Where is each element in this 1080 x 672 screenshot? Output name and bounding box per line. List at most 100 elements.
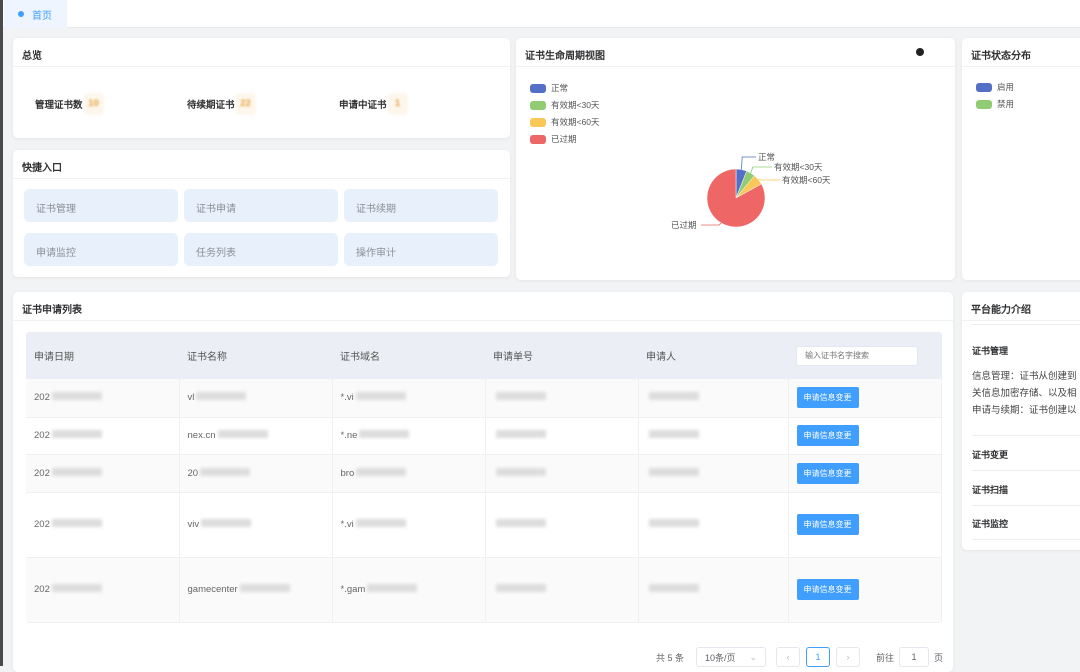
redacted-text [496,519,546,527]
stat-value: 22 [236,93,256,115]
cell-name: gamecenter [179,557,332,622]
prev-page-button[interactable]: ‹ [776,647,800,667]
redacted-text [200,468,250,476]
redacted-text [649,519,699,527]
cell-applicant [638,454,788,492]
quick-task-list[interactable]: 任务列表 [184,233,338,266]
divider [972,470,1080,471]
cell-order [485,557,638,622]
search-input[interactable] [796,346,918,366]
col-domain: 证书域名 [332,332,485,379]
redacted-text [356,468,406,476]
divider [972,539,1080,540]
pie-chart: 正常有效期<30天有效期<60天已过期 [516,38,955,280]
change-info-button[interactable]: 申请信息变更 [797,387,859,408]
cell-action: 申请信息变更 [788,492,942,557]
apply-table: 申请日期 证书名称 证书域名 申请单号 申请人 202vl*.vi申请信息变更2… [26,332,942,623]
apply-list-card: 证书申请列表 申请日期 证书名称 证书域名 申请单号 申请人 202vl*.vi… [13,292,953,672]
change-info-button[interactable]: 申请信息变更 [797,425,859,446]
pagination: 共 5 条 10条/页⌄ ‹ 1 › 前往 1 页 [656,647,943,667]
table-row: 202 nex.cn *.ne 申请信息变更 [26,417,942,454]
goto-input[interactable]: 1 [899,647,929,667]
section-cert-scan[interactable]: 证书扫描 [972,483,1008,496]
redacted-text [52,468,102,476]
cell-text: *.vi [341,519,354,530]
next-page-button[interactable]: › [836,647,860,667]
quick-audit[interactable]: 操作审计 [344,233,498,266]
stat-applying: 申请中证书1 [339,93,408,115]
cell-date: 202 [26,454,179,492]
section-cert-manage[interactable]: 证书管理 [972,344,1008,357]
stat-managed: 管理证书数10 [35,93,104,115]
redacted-text [52,430,102,438]
legend-enabled[interactable]: 启用 [976,81,1014,93]
cell-text: 202 [34,468,50,479]
legend-disabled[interactable]: 禁用 [976,98,1014,110]
page-1[interactable]: 1 [806,647,830,667]
cell-text: viv [188,519,200,530]
col-applicant: 申请人 [638,332,788,379]
change-info-button[interactable]: 申请信息变更 [797,463,859,484]
redacted-text [649,430,699,438]
redacted-text [52,519,102,527]
desc-line: 信息管理：证书从创建到 [972,368,1077,385]
quick-cert-apply[interactable]: 证书申请 [184,189,338,222]
cell-text: 20 [188,468,199,479]
cell-date: 202 [26,557,179,622]
card-title: 证书状态分布 [962,38,1080,67]
legend-swatch [976,100,992,109]
cell-text: *.ne [341,430,358,441]
redacted-text [496,392,546,400]
label-line [701,223,721,225]
cell-text: 202 [34,430,50,441]
chevron-down-icon: ⌄ [749,652,757,663]
page-size-value: 10条/页 [705,651,736,664]
card-title: 平台能力介绍 [962,292,1080,321]
cell-order [485,454,638,492]
change-info-button[interactable]: 申请信息变更 [797,579,859,600]
cell-action: 申请信息变更 [788,454,942,492]
redacted-text [496,468,546,476]
label-line [741,157,756,170]
table-row: 202vl*.vi申请信息变更 [26,379,942,417]
redacted-text [359,430,409,438]
platform-card: 平台能力介绍 证书管理 信息管理：证书从创建到 关信息加密存储、以及相 申请与续… [962,292,1080,550]
quick-cert-renew[interactable]: 证书续期 [344,189,498,222]
cell-name: vl [179,379,332,417]
cell-text: gamecenter [188,584,238,595]
redacted-text [649,584,699,592]
redacted-text [649,392,699,400]
quick-cert-manage[interactable]: 证书管理 [24,189,178,222]
cell-text: 202 [34,584,50,595]
card-title: 总览 [13,38,510,67]
change-info-button[interactable]: 申请信息变更 [797,514,859,535]
redacted-text [367,584,417,592]
quick-apply-monitor[interactable]: 申请监控 [24,233,178,266]
cell-applicant [638,557,788,622]
cell-domain: *.ne [332,417,485,454]
tab-home[interactable]: 首页 [4,0,67,28]
col-date: 申请日期 [26,332,179,379]
legend-label: 启用 [997,81,1014,93]
cell-date: 202 [26,492,179,557]
section-cert-monitor[interactable]: 证书监控 [972,517,1008,530]
cell-name: nex.cn [179,417,332,454]
slice-label: 有效期<30天 [774,162,823,172]
cell-action: 申请信息变更 [788,557,942,622]
stat-label: 管理证书数 [35,97,83,111]
section-cert-change[interactable]: 证书变更 [972,448,1008,461]
page-size-select[interactable]: 10条/页 ⌄ [696,647,766,667]
quick-entry-card: 快捷入口 证书管理 证书申请 证书续期 申请监控 任务列表 操作审计 [13,150,510,277]
redacted-text [356,519,406,527]
cell-text: 202 [34,519,50,530]
table-header: 申请日期 证书名称 证书域名 申请单号 申请人 [26,332,942,379]
active-dot-icon [18,11,24,17]
stat-label: 申请中证书 [339,97,387,111]
page-suffix: 页 [934,651,943,664]
table-row: 202 viv *.vi 申请信息变更 [26,492,942,557]
cell-text: *.vi [341,392,354,403]
cell-text: nex.cn [188,430,216,441]
divider [972,324,1080,325]
cell-order [485,492,638,557]
status-card: 证书状态分布 启用 禁用 [962,38,1080,280]
